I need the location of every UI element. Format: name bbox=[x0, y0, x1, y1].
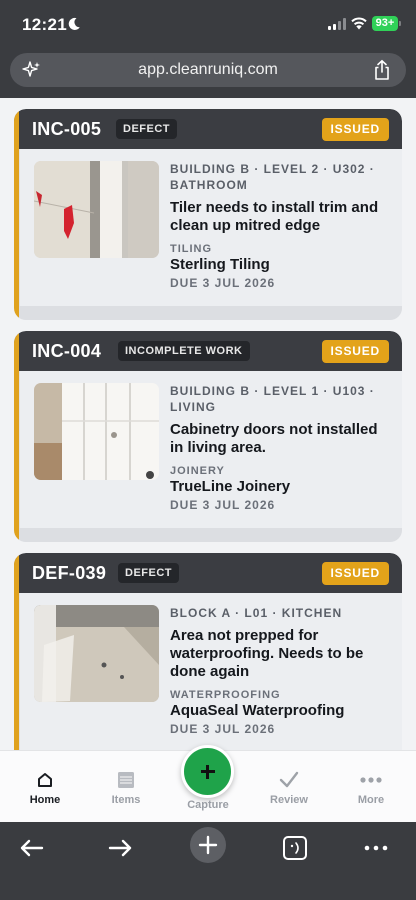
trade-label: TILING bbox=[170, 243, 213, 255]
home-icon bbox=[38, 773, 52, 787]
card-body: BLOCK A · L01 · KITCHEN Area not prepped… bbox=[19, 593, 402, 750]
issue-card[interactable]: DEF-039 DEFECT ISSUED BLOCK A · L01 · KI… bbox=[14, 553, 402, 750]
card-header: DEF-039 DEFECT ISSUED bbox=[14, 553, 402, 593]
issue-title: Tiler needs to install trim and clean up… bbox=[170, 199, 379, 234]
issue-info: BUILDING B · LEVEL 1 · U103 · LIVING Cab… bbox=[170, 383, 390, 512]
issue-title: Cabinetry doors not installed in living … bbox=[170, 421, 378, 456]
cellular-signal-icon bbox=[328, 18, 346, 30]
due-date: DUE 3 JUL 2026 bbox=[170, 276, 276, 290]
issue-photo[interactable] bbox=[34, 161, 159, 258]
due-date: DUE 3 JUL 2026 bbox=[170, 722, 276, 736]
contractor-name: Sterling Tiling bbox=[170, 256, 270, 273]
new-tab-button[interactable] bbox=[190, 827, 226, 863]
card-footer bbox=[19, 528, 402, 542]
items-feed[interactable]: INC-005 DEFECT ISSUED BUILDING B · LEVEL… bbox=[0, 98, 416, 750]
issue-type-tag: INCOMPLETE WORK bbox=[118, 341, 250, 361]
issue-title: Area not prepped for waterproofing. Need… bbox=[170, 627, 364, 680]
card-footer bbox=[19, 306, 402, 320]
issue-photo[interactable] bbox=[34, 383, 159, 480]
issue-card[interactable]: INC-004 INCOMPLETE WORK ISSUED BUILDING … bbox=[14, 331, 402, 542]
bottom-tab-bar: Home Items Capture Review More bbox=[0, 745, 416, 823]
back-arrow-icon[interactable] bbox=[14, 830, 50, 866]
tab-more[interactable]: More bbox=[336, 751, 406, 823]
issue-location: BUILDING B · LEVEL 2 · U302 · BATHROOM bbox=[170, 162, 375, 192]
plus-icon bbox=[198, 835, 218, 855]
due-date: DUE 3 JUL 2026 bbox=[170, 498, 276, 512]
issue-card[interactable]: INC-005 DEFECT ISSUED BUILDING B · LEVEL… bbox=[14, 109, 402, 320]
capture-label: Capture bbox=[187, 799, 229, 811]
issue-info: BLOCK A · L01 · KITCHEN Area not prepped… bbox=[170, 605, 390, 736]
issue-info: BUILDING B · LEVEL 2 · U302 · BATHROOM T… bbox=[170, 161, 390, 290]
card-header: INC-004 INCOMPLETE WORK ISSUED bbox=[14, 331, 402, 371]
issue-type-tag: DEFECT bbox=[118, 563, 179, 583]
more-dots-icon bbox=[360, 777, 382, 783]
capture-button[interactable] bbox=[181, 745, 234, 798]
share-icon[interactable] bbox=[372, 59, 392, 81]
tab-review[interactable]: Review bbox=[254, 751, 324, 823]
contractor-name: AquaSeal Waterproofing bbox=[170, 702, 345, 719]
tabs-overview-icon[interactable] bbox=[277, 830, 313, 866]
focus-moon-icon bbox=[68, 17, 80, 30]
tab-home-label: Home bbox=[29, 794, 61, 806]
checkmark-icon bbox=[279, 771, 299, 788]
issue-type-tag: DEFECT bbox=[116, 119, 177, 139]
issue-code: INC-004 bbox=[32, 341, 102, 361]
battery-indicator: 93+ bbox=[372, 16, 398, 31]
address-bar[interactable]: app.cleanruniq.com bbox=[10, 53, 406, 87]
url-text[interactable]: app.cleanruniq.com bbox=[10, 61, 406, 79]
clock: 12:21 bbox=[22, 15, 67, 34]
tab-more-label: More bbox=[357, 794, 385, 806]
issue-location: BUILDING B · LEVEL 1 · U103 · LIVING bbox=[170, 384, 375, 414]
wifi-icon bbox=[351, 17, 367, 30]
status-bar: 12:21 93+ bbox=[0, 0, 416, 50]
card-header: INC-005 DEFECT ISSUED bbox=[14, 109, 402, 149]
status-badge: ISSUED bbox=[321, 118, 389, 141]
issue-location: BLOCK A · L01 · KITCHEN bbox=[170, 606, 343, 620]
contractor-name: TrueLine Joinery bbox=[170, 478, 291, 495]
issue-code: INC-005 bbox=[32, 119, 102, 139]
card-body: BUILDING B · LEVEL 1 · U103 · LIVING Cab… bbox=[19, 371, 402, 528]
issue-photo[interactable] bbox=[34, 605, 159, 702]
status-badge: ISSUED bbox=[321, 340, 389, 363]
tab-items-label: Items bbox=[111, 794, 141, 806]
tab-home[interactable]: Home bbox=[10, 751, 80, 823]
card-body: BUILDING B · LEVEL 2 · U302 · BATHROOM T… bbox=[19, 149, 402, 306]
items-list-icon bbox=[118, 772, 134, 788]
browser-toolbar bbox=[0, 822, 416, 900]
issue-code: DEF-039 bbox=[32, 563, 107, 583]
tab-items[interactable]: Items bbox=[91, 751, 161, 823]
status-badge: ISSUED bbox=[321, 562, 389, 585]
tab-review-label: Review bbox=[270, 794, 308, 806]
battery-tip bbox=[399, 21, 401, 26]
trade-label: WATERPROOFING bbox=[170, 689, 281, 701]
browser-top-chrome: 12:21 93+ app.cleanruniq.com bbox=[0, 0, 416, 98]
trade-label: JOINERY bbox=[170, 465, 225, 477]
forward-arrow-icon[interactable] bbox=[102, 830, 138, 866]
more-menu-icon[interactable] bbox=[358, 830, 394, 866]
